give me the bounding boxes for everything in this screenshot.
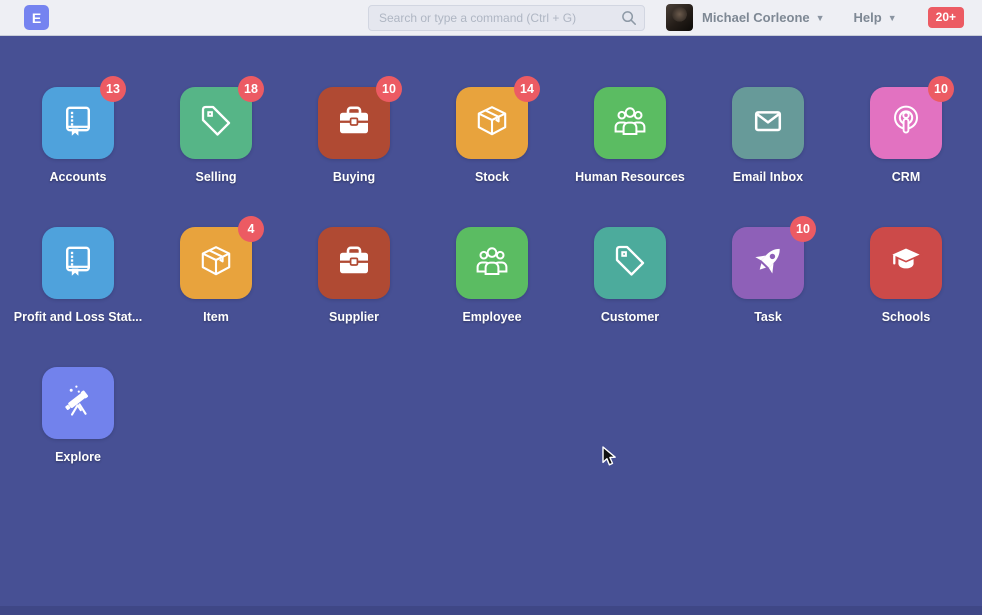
app-label: Explore	[55, 450, 101, 464]
notification-count-badge: 14	[514, 76, 540, 102]
organization-icon	[610, 101, 650, 146]
search-input[interactable]	[368, 5, 645, 31]
app-shortcut-stock[interactable]: 14 Stock	[423, 87, 561, 227]
notifications-button[interactable]: 20+	[928, 7, 964, 28]
user-name: Michael Corleone	[702, 10, 810, 25]
telescope-icon	[58, 381, 98, 426]
notification-count-badge: 10	[376, 76, 402, 102]
broadcast-icon	[886, 101, 926, 146]
app-shortcut-customer[interactable]: Customer	[561, 227, 699, 367]
repo-book-icon	[58, 101, 98, 146]
app-shortcut-explore[interactable]: Explore	[9, 367, 147, 507]
mail-icon	[748, 101, 788, 146]
notification-count-badge: 18	[238, 76, 264, 102]
app-shortcut-crm[interactable]: 10 CRM	[837, 87, 975, 227]
app-tile[interactable]	[870, 227, 942, 299]
help-label: Help	[854, 10, 882, 25]
top-navbar: E Michael Corleone ▼ Help ▼ 20+	[0, 0, 982, 36]
app-tile[interactable]: 14	[456, 87, 528, 159]
app-label: Customer	[601, 310, 659, 324]
app-logo[interactable]: E	[24, 5, 49, 30]
mortar-board-icon	[886, 241, 926, 286]
app-label: Accounts	[50, 170, 107, 184]
app-shortcut-schools[interactable]: Schools	[837, 227, 975, 367]
tag-icon	[610, 241, 650, 286]
chevron-down-icon: ▼	[816, 13, 825, 23]
app-shortcut-selling[interactable]: 18 Selling	[147, 87, 285, 227]
footer-strip	[0, 606, 982, 615]
app-label: Selling	[196, 170, 237, 184]
app-tile[interactable]: 10	[870, 87, 942, 159]
app-tile[interactable]	[732, 87, 804, 159]
app-tile[interactable]	[318, 227, 390, 299]
app-shortcut-profit-and-loss-stat[interactable]: Profit and Loss Stat...	[9, 227, 147, 367]
app-grid: 13 Accounts 18 Selling 10 Buying 14 Stock Hu…	[9, 87, 982, 507]
user-avatar[interactable]	[666, 4, 693, 31]
app-shortcut-employee[interactable]: Employee	[423, 227, 561, 367]
notification-count-badge: 4	[238, 216, 264, 242]
tag-icon	[196, 101, 236, 146]
app-shortcut-item[interactable]: 4 Item	[147, 227, 285, 367]
app-tile[interactable]	[594, 227, 666, 299]
chevron-down-icon: ▼	[888, 13, 897, 23]
app-tile[interactable]: 18	[180, 87, 252, 159]
rocket-icon	[748, 241, 788, 286]
global-search	[368, 5, 645, 31]
search-icon[interactable]	[621, 10, 637, 26]
package-icon	[196, 241, 236, 286]
app-shortcut-human-resources[interactable]: Human Resources	[561, 87, 699, 227]
app-label: Schools	[882, 310, 931, 324]
app-tile[interactable]	[594, 87, 666, 159]
user-menu[interactable]: Michael Corleone ▼	[702, 10, 825, 25]
app-shortcut-buying[interactable]: 10 Buying	[285, 87, 423, 227]
app-label: CRM	[892, 170, 920, 184]
app-label: Item	[203, 310, 229, 324]
notification-count-badge: 10	[790, 216, 816, 242]
app-shortcut-task[interactable]: 10 Task	[699, 227, 837, 367]
app-label: Supplier	[329, 310, 379, 324]
app-label: Email Inbox	[733, 170, 803, 184]
notification-count-badge: 13	[100, 76, 126, 102]
app-label: Human Resources	[575, 170, 685, 184]
app-label: Stock	[475, 170, 509, 184]
app-tile[interactable]	[42, 367, 114, 439]
package-icon	[472, 101, 512, 146]
app-label: Buying	[333, 170, 375, 184]
app-shortcut-email-inbox[interactable]: Email Inbox	[699, 87, 837, 227]
briefcase-icon	[334, 241, 374, 286]
app-tile[interactable]	[456, 227, 528, 299]
app-tile[interactable]: 4	[180, 227, 252, 299]
app-tile[interactable]: 10	[318, 87, 390, 159]
app-tile[interactable]: 13	[42, 87, 114, 159]
app-label: Employee	[462, 310, 521, 324]
navbar-right-cluster: Michael Corleone ▼ Help ▼ 20+	[666, 0, 964, 35]
app-shortcut-supplier[interactable]: Supplier	[285, 227, 423, 367]
app-tile[interactable]	[42, 227, 114, 299]
repo-book-icon	[58, 241, 98, 286]
help-menu[interactable]: Help ▼	[854, 10, 897, 25]
app-shortcut-accounts[interactable]: 13 Accounts	[9, 87, 147, 227]
briefcase-icon	[334, 101, 374, 146]
desktop: 13 Accounts 18 Selling 10 Buying 14 Stock Hu…	[0, 36, 982, 615]
organization-icon	[472, 241, 512, 286]
app-tile[interactable]: 10	[732, 227, 804, 299]
notification-count-badge: 10	[928, 76, 954, 102]
app-label: Task	[754, 310, 782, 324]
app-label: Profit and Loss Stat...	[14, 310, 143, 324]
